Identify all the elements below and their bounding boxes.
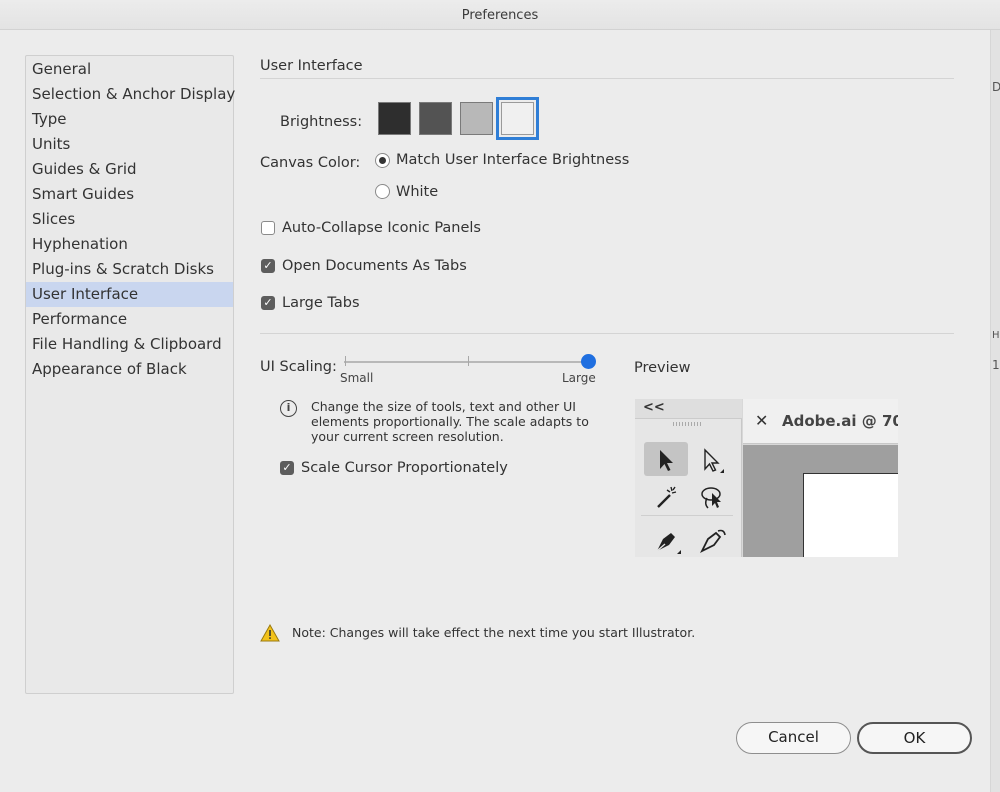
title-bar[interactable]: Preferences [0,0,1000,30]
direct-selection-tool-icon [689,442,733,476]
auto-collapse-label[interactable]: Auto-Collapse Iconic Panels [282,220,481,236]
brightness-swatch-light[interactable] [496,97,539,140]
canvas-color-match-label[interactable]: Match User Interface Brightness [396,152,629,168]
window-title: Preferences [461,8,539,23]
scale-cursor-label[interactable]: Scale Cursor Proportionately [301,460,508,476]
preview-toolbar-header: << [635,399,742,419]
magic-wand-tool-icon [644,479,688,513]
open-documents-as-tabs-label[interactable]: Open Documents As Tabs [282,258,467,274]
background-text: D [992,80,1000,94]
tool-separator [641,515,733,516]
preferences-window: Preferences D HD 1 General Selection & A… [0,0,1000,792]
preview-document-title: Adobe.ai @ 70% [782,412,898,430]
pen-tool-icon [644,522,688,556]
sidebar-item-general[interactable]: General [26,57,233,82]
canvas-color-white-radio[interactable] [375,184,390,199]
scale-cursor-checkbox[interactable]: ✓ [280,461,294,475]
brightness-swatch-medium-light[interactable] [460,102,493,135]
brightness-swatch-dark[interactable] [378,102,411,135]
ui-scaling-slider-thumb[interactable] [581,354,596,369]
slider-tick [345,356,346,366]
preview-label: Preview [634,360,691,376]
canvas-color-label: Canvas Color: [260,155,361,171]
ui-scaling-label: UI Scaling: [260,359,337,375]
sidebar-item-plugins-scratch-disks[interactable]: Plug-ins & Scratch Disks [26,257,233,282]
curvature-tool-icon [689,522,733,556]
section-title: User Interface [260,58,363,74]
collapse-icon: << [643,400,665,415]
cancel-button[interactable]: Cancel [736,722,851,754]
brightness-swatch-medium-dark[interactable] [419,102,452,135]
sidebar-item-hyphenation[interactable]: Hyphenation [26,232,233,257]
ok-button[interactable]: OK [857,722,972,754]
category-list: General Selection & Anchor Display Type … [25,55,235,694]
selection-tool-icon [644,442,688,476]
background-text: HD [992,330,1000,341]
large-tabs-checkbox[interactable]: ✓ [261,296,275,310]
info-icon: i [280,400,297,417]
section-divider [260,78,954,79]
sidebar-item-selection-anchor-display[interactable]: Selection & Anchor Display [26,82,235,107]
ui-scaling-slider-track[interactable] [344,361,590,363]
close-icon: ✕ [755,411,769,430]
brightness-label: Brightness: [280,114,363,130]
open-documents-as-tabs-checkbox[interactable]: ✓ [261,259,275,273]
background-window-edge: D HD 1 [990,30,1000,792]
auto-collapse-checkbox[interactable] [261,221,275,235]
grip-icon [673,422,701,426]
slider-min-label: Small [340,371,374,385]
sidebar-item-type[interactable]: Type [26,107,233,132]
slider-tick [468,356,469,366]
canvas-color-white-label[interactable]: White [396,184,438,200]
slider-max-label: Large [562,371,596,385]
background-text: 1 [992,358,1000,372]
preview-toolbar: << [635,399,742,557]
sidebar-item-slices[interactable]: Slices [26,207,233,232]
ui-preview: << ✕ Adobe.ai @ 70% [635,399,898,557]
restart-note: Note: Changes will take effect the next … [292,625,696,640]
sidebar-item-guides-grid[interactable]: Guides & Grid [26,157,233,182]
canvas-color-match-radio[interactable] [375,153,390,168]
preview-document-tab: ✕ Adobe.ai @ 70% [743,399,898,444]
sidebar-item-file-handling-clipboard[interactable]: File Handling & Clipboard [26,332,233,357]
preview-canvas [743,445,898,557]
lasso-tool-icon [689,479,733,513]
large-tabs-label[interactable]: Large Tabs [282,295,360,311]
sidebar-item-user-interface[interactable]: User Interface [26,282,233,307]
sidebar-item-smart-guides[interactable]: Smart Guides [26,182,233,207]
sidebar-item-appearance-of-black[interactable]: Appearance of Black [26,357,233,382]
sidebar-item-units[interactable]: Units [26,132,233,157]
sidebar-item-performance[interactable]: Performance [26,307,233,332]
scaling-info-text: Change the size of tools, text and other… [311,399,589,444]
preview-artboard [803,473,898,557]
section-divider [260,333,954,334]
warning-icon [260,624,280,642]
